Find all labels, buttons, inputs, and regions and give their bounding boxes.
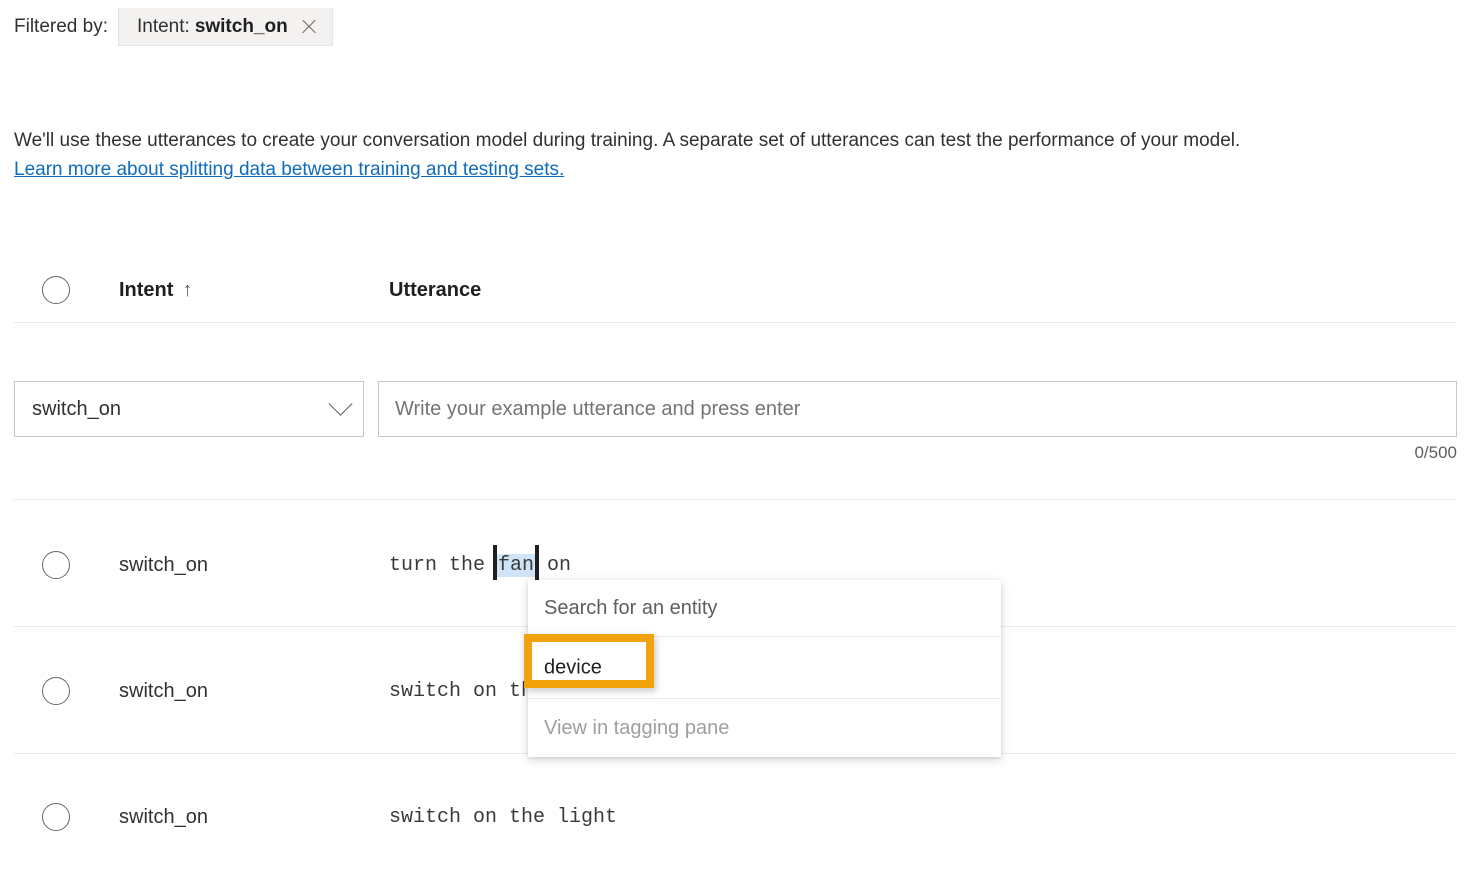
- row-intent-label: switch_on: [119, 554, 208, 576]
- row-utterance-cell: turn the fan on: [389, 554, 1457, 577]
- filter-chip-value: switch_on: [195, 16, 288, 38]
- divider-input: [14, 499, 1457, 500]
- row-select-radio[interactable]: [42, 803, 70, 831]
- column-header-intent-label: Intent: [119, 279, 173, 301]
- select-all-radio[interactable]: [42, 276, 70, 304]
- intent-select-value: switch_on: [32, 398, 332, 421]
- row-select-radio[interactable]: [42, 551, 70, 579]
- entity-handle-left[interactable]: [493, 545, 497, 580]
- row-utterance-cell: switch on the light: [389, 806, 1457, 829]
- utterance-input[interactable]: [378, 381, 1457, 437]
- add-utterance-row: switch_on: [14, 381, 1457, 437]
- intent-select[interactable]: switch_on: [14, 381, 364, 437]
- column-header-intent[interactable]: Intent ↑: [119, 279, 389, 302]
- filter-bar: Filtered by: Intent: switch_on: [14, 8, 333, 46]
- select-all-cell: [14, 276, 119, 304]
- entity-span-label: fan: [498, 554, 534, 577]
- filter-chip-prefix: Intent:: [137, 16, 190, 38]
- row-intent-cell: switch_on: [119, 680, 389, 703]
- utterance-suffix: on: [535, 554, 571, 577]
- description-block: We'll use these utterances to create you…: [14, 127, 1414, 184]
- character-counter: 0/500: [1414, 443, 1457, 463]
- filtered-by-label: Filtered by:: [14, 8, 108, 46]
- row-utterance-text: turn the fan on: [389, 554, 571, 577]
- close-icon[interactable]: [300, 18, 318, 36]
- divider-header: [14, 322, 1457, 323]
- table-row[interactable]: switch_on switch on the light: [14, 782, 1457, 852]
- row-select-cell: [14, 551, 119, 579]
- utterance-prefix: turn the: [389, 554, 497, 577]
- entity-handle-right[interactable]: [535, 545, 539, 580]
- row-select-cell: [14, 677, 119, 705]
- entity-span-fan[interactable]: fan: [497, 554, 535, 577]
- row-intent-label: switch_on: [119, 806, 208, 828]
- row-intent-cell: switch_on: [119, 554, 389, 577]
- row-utterance-text: switch on the light: [389, 806, 617, 829]
- chevron-down-icon: [328, 391, 352, 415]
- entity-option-device-label: device: [544, 656, 602, 679]
- description-text: We'll use these utterances to create you…: [14, 127, 1414, 155]
- row-select-cell: [14, 803, 119, 831]
- entity-option-device[interactable]: device: [528, 636, 1001, 698]
- column-header-utterance[interactable]: Utterance: [389, 279, 1457, 302]
- table-header-row: Intent ↑ Utterance: [14, 258, 1457, 322]
- entity-dropdown-panel: Search for an entity device View in tagg…: [528, 580, 1001, 757]
- view-in-tagging-pane-option[interactable]: View in tagging pane: [528, 698, 1001, 757]
- entity-search-input[interactable]: Search for an entity: [528, 580, 1001, 636]
- row-intent-cell: switch_on: [119, 806, 389, 829]
- row-intent-label: switch_on: [119, 680, 208, 702]
- row-select-radio[interactable]: [42, 677, 70, 705]
- filter-chip-intent[interactable]: Intent: switch_on: [118, 8, 333, 46]
- sort-ascending-icon: ↑: [182, 279, 192, 301]
- learn-more-link[interactable]: Learn more about splitting data between …: [14, 156, 564, 184]
- column-header-utterance-label: Utterance: [389, 279, 481, 301]
